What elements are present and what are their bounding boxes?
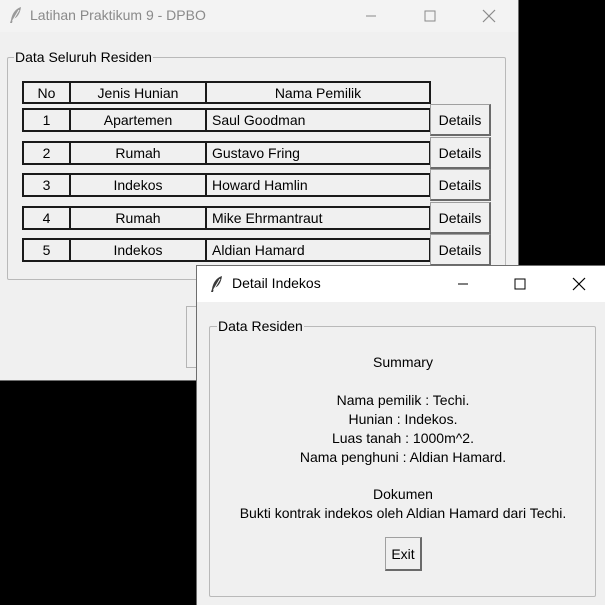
- row-5-details-button[interactable]: Details: [430, 234, 491, 266]
- summary-luas-tanah: Luas tanah : 1000m^2.: [331, 430, 474, 446]
- data-residen-group-label: Data Residen: [217, 318, 304, 334]
- row-1-nama: Saul Goodman: [205, 108, 431, 132]
- row-3-jenis: Indekos: [69, 173, 207, 197]
- column-header-nama-pemilik: Nama Pemilik: [205, 81, 431, 104]
- row-4-nama: Mike Ehrmantraut: [205, 206, 431, 230]
- summary-hunian: Hunian : Indekos.: [348, 411, 458, 427]
- row-3-no: 3: [22, 173, 71, 197]
- row-2-no: 2: [22, 141, 71, 165]
- exit-button[interactable]: Exit: [385, 537, 422, 571]
- row-4-details-button[interactable]: Details: [430, 202, 491, 234]
- feather-icon: [8, 6, 24, 24]
- dokumen-heading: Dokumen: [373, 486, 433, 502]
- summary-heading: Summary: [373, 354, 433, 370]
- close-icon[interactable]: [466, 0, 512, 32]
- minimize-icon[interactable]: [440, 266, 486, 302]
- row-2-nama: Gustavo Fring: [205, 141, 431, 165]
- close-icon[interactable]: [556, 266, 602, 302]
- row-2-jenis: Rumah: [69, 141, 207, 165]
- dokumen-text: Bukti kontrak indekos oleh Aldian Hamard…: [239, 505, 567, 521]
- feather-icon: [209, 275, 225, 293]
- column-header-no: No: [22, 81, 71, 104]
- row-4-no: 4: [22, 206, 71, 230]
- main-window-title: Latihan Praktikum 9 - DPBO: [30, 7, 206, 23]
- row-2-details-button[interactable]: Details: [430, 137, 491, 169]
- row-3-details-button[interactable]: Details: [430, 169, 491, 201]
- summary-penghuni: Nama penghuni : Aldian Hamard.: [299, 449, 507, 465]
- row-5-jenis: Indekos: [69, 238, 207, 262]
- maximize-icon[interactable]: [497, 266, 543, 302]
- row-5-no: 5: [22, 238, 71, 262]
- main-titlebar[interactable]: Latihan Praktikum 9 - DPBO: [0, 0, 518, 32]
- residen-group-label: Data Seluruh Residen: [14, 49, 153, 65]
- minimize-icon[interactable]: [348, 0, 394, 32]
- row-3-nama: Howard Hamlin: [205, 173, 431, 197]
- summary-owner: Nama pemilik : Techi.: [336, 392, 470, 408]
- row-4-jenis: Rumah: [69, 206, 207, 230]
- row-1-jenis: Apartemen: [69, 108, 207, 132]
- row-5-nama: Aldian Hamard: [205, 238, 431, 262]
- dialog-title: Detail Indekos: [232, 275, 321, 291]
- dialog-titlebar[interactable]: Detail Indekos: [197, 266, 605, 302]
- maximize-icon[interactable]: [407, 0, 453, 32]
- row-1-details-button[interactable]: Details: [430, 104, 491, 136]
- column-header-jenis-hunian: Jenis Hunian: [69, 81, 207, 104]
- row-1-no: 1: [22, 108, 71, 132]
